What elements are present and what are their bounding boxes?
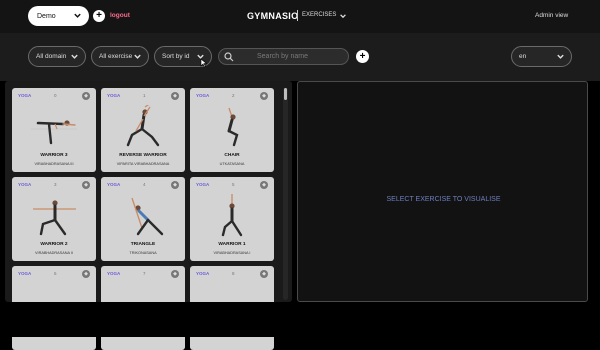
brand-divider (297, 10, 298, 21)
mouse-cursor-icon (200, 58, 208, 68)
chevron-down-icon (74, 13, 81, 18)
exercise-sanskrit-name: VIRABHADRASANA II (35, 251, 73, 255)
favorite-icon[interactable]: ◆ (82, 181, 90, 189)
exercise-card[interactable]: YOGA 0 ◆ WARRIOR 3 VIRABHADRASANA III (12, 88, 96, 172)
exercise-name: TRIANGLE (130, 242, 156, 247)
exercise-sanskrit-name: VIRABHADRASANA III (34, 162, 74, 166)
logout-link[interactable]: logout (110, 12, 130, 19)
exercise-filter[interactable]: All exercise (91, 46, 149, 67)
exercise-filter-value: All exercise (99, 53, 133, 60)
exercise-id: 3 (54, 182, 57, 187)
scrollbar-track[interactable] (283, 88, 288, 300)
favorite-icon[interactable]: ◆ (171, 92, 179, 100)
chevron-down-icon (134, 54, 141, 59)
exercise-card[interactable]: YOGA 1 ◆ REVERSE WARRIOR VIPARITA VIRABH… (101, 88, 185, 172)
exercise-id: 8 (232, 271, 235, 276)
yoga-pose-illustration (221, 194, 243, 237)
domain-tag: YOGA (18, 271, 32, 276)
brand-title: GYMNASIO (247, 11, 299, 21)
exercise-id: 4 (143, 182, 146, 187)
add-exercise-button[interactable]: + (356, 50, 369, 63)
domain-tag: YOGA (196, 182, 210, 187)
exercise-id: 6 (54, 271, 57, 276)
exercise-card[interactable]: YOGA 3 ◆ WARRIOR 2 VIRABHADRASANA II (12, 177, 96, 261)
exercise-name: REVERSE WARRIOR (119, 153, 167, 158)
exercise-sanskrit-name: UTKATASANA (219, 162, 245, 166)
favorite-icon[interactable]: ◆ (171, 181, 179, 189)
exercise-sanskrit-name: TRIKONASANA (129, 251, 157, 255)
favorite-icon[interactable]: ◆ (82, 270, 90, 278)
sort-select-value: Sort by id (162, 53, 190, 60)
domain-tag: YOGA (107, 182, 121, 187)
exercise-id: 0 (54, 93, 57, 98)
exercise-name: CHAIR (224, 153, 240, 158)
chevron-down-icon (71, 54, 78, 59)
exercise-id: 2 (232, 93, 235, 98)
exercise-card[interactable]: YOGA 4 ◆ TRIANGLE TRIKONASANA (101, 177, 185, 261)
yoga-pose-illustration (31, 120, 77, 145)
bottom-area (0, 302, 600, 337)
chevron-down-icon[interactable] (339, 12, 347, 20)
chevron-down-icon (557, 54, 564, 59)
demo-select-value: Demo (37, 12, 56, 20)
favorite-icon[interactable]: ◆ (260, 270, 268, 278)
domain-filter-value: All domain (36, 53, 67, 60)
visualiser-placeholder: SELECT EXERCISE TO VISUALISE (386, 196, 501, 203)
search-input[interactable]: Search by name (218, 48, 349, 65)
exercise-id: 1 (143, 93, 146, 98)
domain-tag: YOGA (196, 271, 210, 276)
language-select[interactable]: en (511, 46, 572, 67)
domain-tag: YOGA (196, 93, 210, 98)
exercise-name: WARRIOR 1 (218, 242, 246, 247)
domain-tag: YOGA (107, 271, 121, 276)
yoga-pose-illustration (126, 105, 160, 147)
add-user-button[interactable]: + (93, 10, 105, 22)
exercise-id: 7 (143, 271, 146, 276)
domain-filter[interactable]: All domain (28, 46, 86, 67)
exercise-id: 5 (232, 182, 235, 187)
domain-tag: YOGA (18, 93, 32, 98)
exercise-sanskrit-name: VIPARITA VIRABHADRASANA (116, 162, 170, 166)
exercise-card[interactable]: YOGA 2 ◆ CHAIR UTKATASANA (190, 88, 274, 172)
exercise-visualiser-panel: SELECT EXERCISE TO VISUALISE (297, 81, 588, 302)
exercise-name: WARRIOR 2 (40, 242, 68, 247)
yoga-pose-illustration (227, 107, 239, 147)
domain-tag: YOGA (107, 93, 121, 98)
top-bar (0, 0, 600, 33)
exercise-card[interactable]: YOGA 5 ◆ WARRIOR 1 VIRABHADRASANA I (190, 177, 274, 261)
exercise-sanskrit-name: VIRABHADRASANA I (213, 251, 251, 255)
yoga-pose-illustration (131, 197, 164, 236)
scrollbar-thumb[interactable] (284, 88, 287, 100)
language-select-value: en (519, 53, 527, 60)
favorite-icon[interactable]: ◆ (82, 92, 90, 100)
domain-tag: YOGA (18, 182, 32, 187)
section-selector[interactable]: EXERCISES (302, 12, 336, 18)
yoga-pose-illustration (33, 200, 76, 236)
admin-view-link[interactable]: Admin view (535, 12, 568, 19)
favorite-icon[interactable]: ◆ (260, 181, 268, 189)
exercise-name: WARRIOR 3 (40, 153, 68, 158)
search-placeholder: Search by name (257, 53, 308, 60)
favorite-icon[interactable]: ◆ (260, 92, 268, 100)
demo-select[interactable]: Demo (28, 6, 89, 26)
search-icon (224, 52, 234, 62)
favorite-icon[interactable]: ◆ (171, 270, 179, 278)
